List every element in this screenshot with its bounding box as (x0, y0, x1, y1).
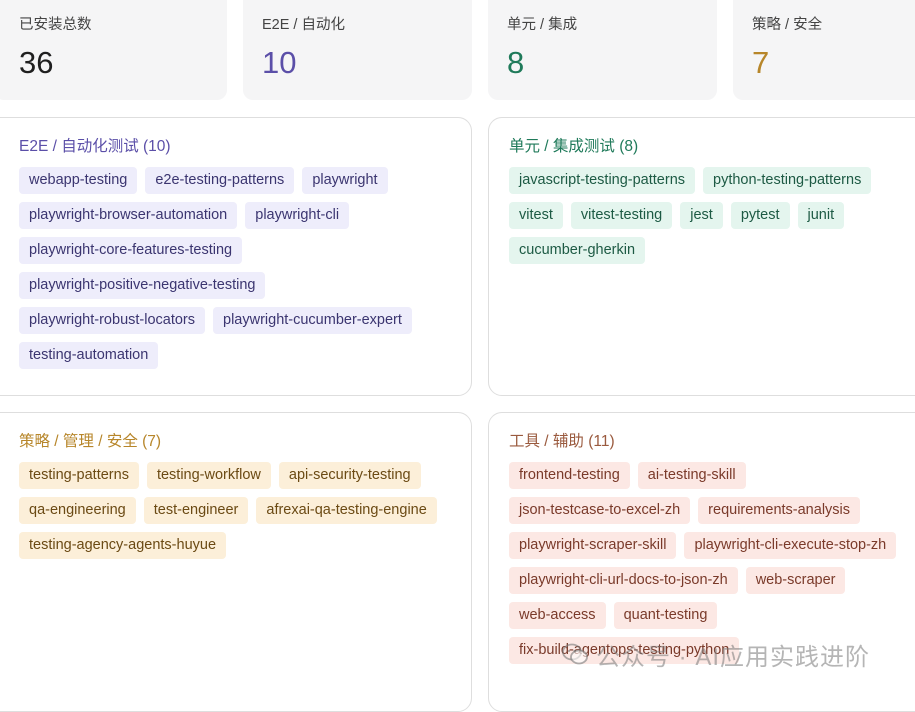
skill-tag[interactable]: quant-testing (613, 602, 718, 629)
panel-e2e-automation: E2E / 自动化测试 (10) webapp-testing e2e-testi… (0, 117, 472, 396)
tag-list: frontend-testing ai-testing-skill json-tes… (509, 462, 914, 672)
stat-card-e2e: E2E / 自动化 10 (243, 0, 472, 100)
panel-unit-integration: 单元 / 集成测试 (8) javascript-testing-pattern… (488, 117, 915, 396)
skill-tag[interactable]: vitest-testing (570, 202, 673, 229)
skill-tag[interactable]: fix-build-agentops-testing-python (509, 637, 740, 664)
panel-title: 工具 / 辅助 (11) (509, 433, 615, 450)
skill-tag[interactable]: api-security-testing (278, 462, 421, 489)
skill-tag[interactable]: frontend-testing (509, 462, 630, 489)
skill-tag[interactable]: testing-agency-agents-huyue (19, 532, 227, 559)
stat-card-unit: 单元 / 集成 8 (488, 0, 717, 100)
skill-tag[interactable]: junit (797, 202, 845, 229)
skill-tag[interactable]: qa-engineering (19, 497, 136, 524)
stat-value: 36 (19, 45, 54, 80)
skill-tag[interactable]: playwright-cucumber-expert (213, 307, 412, 334)
skill-tag[interactable]: test-engineer (143, 497, 249, 524)
skill-tag[interactable]: web-access (509, 602, 606, 629)
skill-tag[interactable]: ai-testing-skill (637, 462, 746, 489)
skill-tag[interactable]: playwright (302, 167, 388, 194)
skill-tag[interactable]: testing-workflow (146, 462, 271, 489)
skill-tag[interactable]: cucumber-gherkin (509, 237, 646, 264)
skill-tag[interactable]: vitest (509, 202, 563, 229)
stat-value: 8 (507, 45, 525, 80)
skill-tag[interactable]: playwright-browser-automation (19, 202, 238, 229)
panel-title: 单元 / 集成测试 (8) (509, 138, 639, 155)
skill-tag[interactable]: python-testing-patterns (703, 167, 872, 194)
skill-tag[interactable]: playwright-core-features-testing (19, 237, 243, 264)
panel-tools: 工具 / 辅助 (11) frontend-testing ai-testing-… (488, 412, 915, 712)
skill-tag[interactable]: webapp-testing (19, 167, 138, 194)
skill-tag[interactable]: e2e-testing-patterns (145, 167, 295, 194)
skill-tag[interactable]: pytest (730, 202, 790, 229)
stat-label: 单元 / 集成 (507, 17, 578, 33)
skill-tag[interactable]: requirements-analysis (698, 497, 861, 524)
stat-label: E2E / 自动化 (262, 17, 345, 33)
stat-value: 7 (752, 45, 770, 80)
skill-tag[interactable]: afrexai-qa-testing-engine (256, 497, 437, 524)
tag-list: webapp-testing e2e-testing-patterns playwr… (19, 167, 459, 377)
skill-tag[interactable]: playwright-cli-execute-stop-zh (684, 532, 897, 559)
skill-tag[interactable]: testing-automation (19, 342, 159, 369)
stat-label: 策略 / 安全 (752, 17, 823, 33)
stat-label: 已安装总数 (19, 17, 92, 33)
stats-row: 已安装总数 36 E2E / 自动化 10 单元 / 集成 8 策略 / 安全 … (0, 0, 915, 102)
stat-card-total: 已安装总数 36 (0, 0, 227, 100)
skill-tag[interactable]: javascript-testing-patterns (509, 167, 696, 194)
skill-tag[interactable]: playwright-cli (245, 202, 350, 229)
skill-tag[interactable]: playwright-positive-negative-testing (19, 272, 266, 299)
skill-tag[interactable]: playwright-scraper-skill (509, 532, 677, 559)
skill-tag[interactable]: playwright-robust-locators (19, 307, 206, 334)
panel-title: E2E / 自动化测试 (10) (19, 138, 171, 155)
skill-tag[interactable]: jest (680, 202, 723, 229)
tag-list: testing-patterns testing-workflow api-secu… (19, 462, 459, 567)
panel-title: 策略 / 管理 / 安全 (7) (19, 433, 162, 450)
stat-value: 10 (262, 45, 297, 80)
skill-tag[interactable]: testing-patterns (19, 462, 139, 489)
stat-card-strategy: 策略 / 安全 7 (733, 0, 915, 100)
panel-strategy-security: 策略 / 管理 / 安全 (7) testing-patterns testing… (0, 412, 472, 712)
tag-list: javascript-testing-patterns python-testin… (509, 167, 914, 272)
skill-tag[interactable]: playwright-cli-url-docs-to-json-zh (509, 567, 738, 594)
skill-tag[interactable]: web-scraper (745, 567, 846, 594)
skill-tag[interactable]: json-testcase-to-excel-zh (509, 497, 691, 524)
